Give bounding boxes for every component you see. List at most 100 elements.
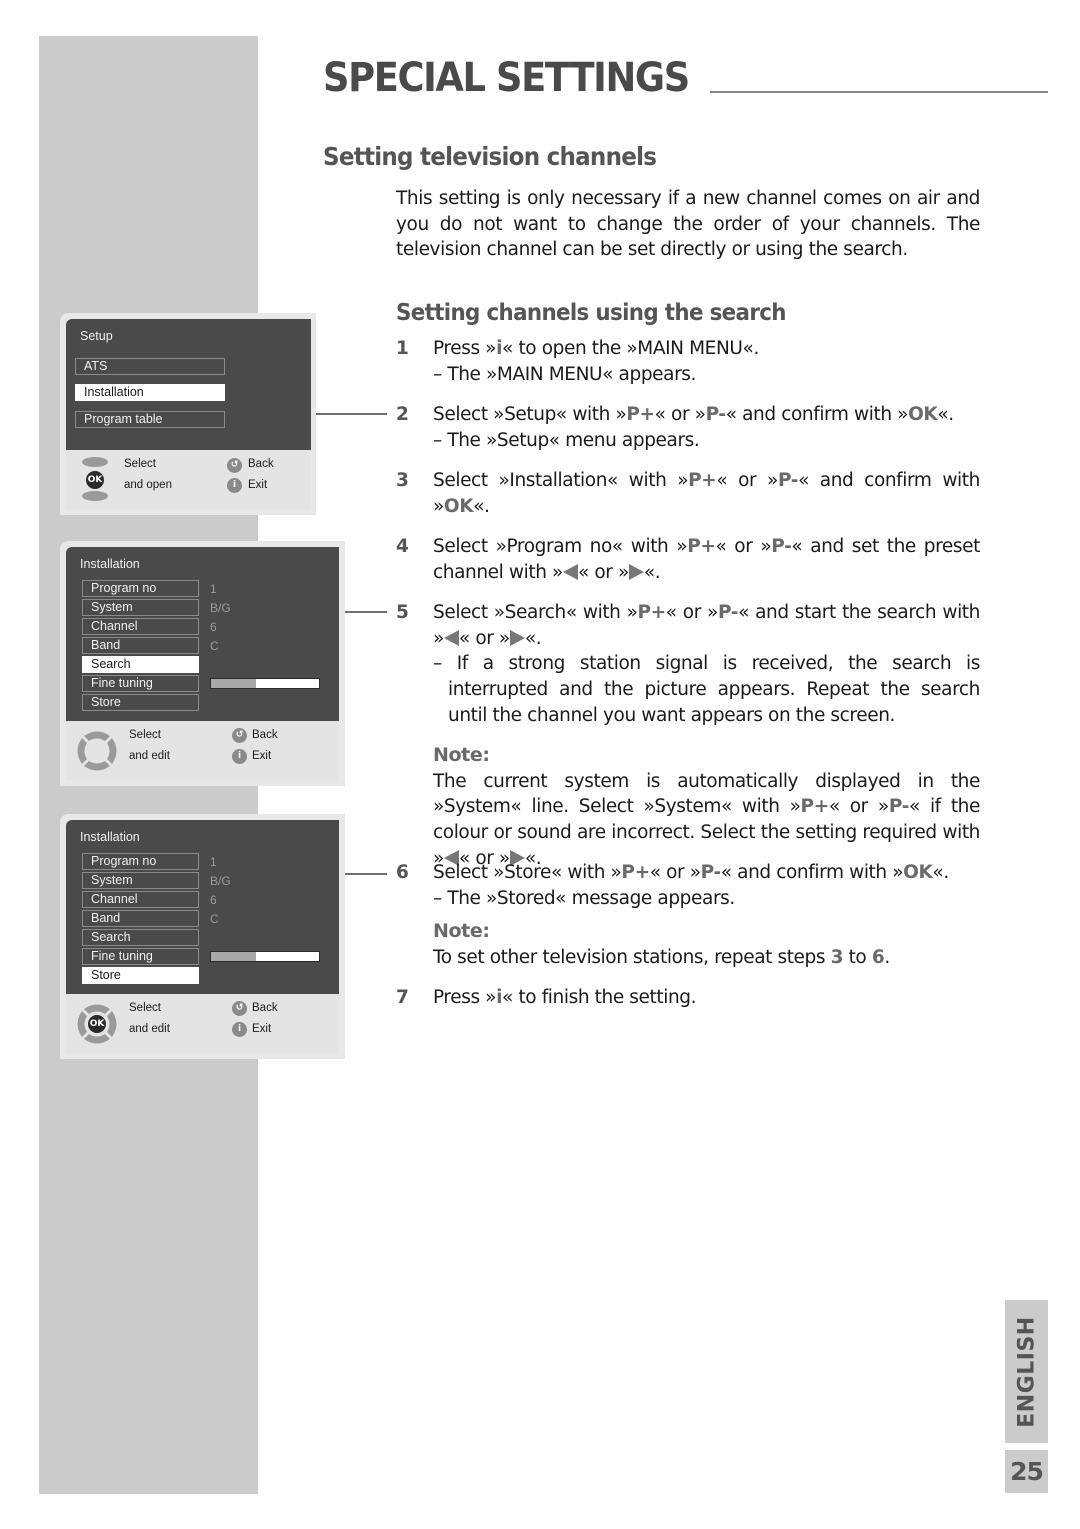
osd-item-program-no[interactable]: Program no <box>82 853 199 870</box>
osd-item-store[interactable]: Store <box>82 967 199 984</box>
osd-value-band: C <box>210 912 219 926</box>
footer-back-label: Back <box>252 729 278 741</box>
step-text: Select »Installation« with »P+« or »P-« … <box>433 470 980 517</box>
step-number: 5 <box>396 602 409 623</box>
osd-value-channel: 6 <box>210 620 217 634</box>
step-result: – If a strong station signal is received… <box>433 653 980 726</box>
connector-line-step-6 <box>339 873 387 875</box>
fine-tuning-bar[interactable] <box>210 951 320 962</box>
step-text: Press »i« to finish the setting. <box>433 987 697 1008</box>
osd-item-channel[interactable]: Channel <box>82 891 199 908</box>
step-text: Select »Setup« with »P+« or »P-« and con… <box>433 404 954 425</box>
back-icon: ↺ <box>232 1001 247 1016</box>
osd-setup-menu: Setup ATS Installation Program table <box>66 319 311 450</box>
info-exit-icon: i <box>232 1022 247 1037</box>
note-label: Note: <box>433 920 490 942</box>
step-number: 4 <box>396 536 409 557</box>
footer-edit-label: and edit <box>129 750 170 762</box>
osd-item-installation[interactable]: Installation <box>75 384 225 401</box>
osd-item-program-table[interactable]: Program table <box>75 411 225 428</box>
footer-select-label: Select <box>129 729 161 741</box>
page-title: SPECIAL SETTINGS <box>323 55 690 101</box>
osd-installation-store: Installation Program no 1 System B/G Cha… <box>66 820 339 994</box>
back-icon: ↺ <box>227 458 242 473</box>
ok-button-icon: OK <box>88 1015 106 1033</box>
footer-select-label: Select <box>124 458 156 470</box>
step-result: – The »MAIN MENU« appears. <box>433 363 697 385</box>
osd-installation-store-footer: OK Select and edit ↺ Back i Exit <box>66 994 339 1053</box>
section-heading: Setting television channels <box>323 142 657 171</box>
osd-item-store[interactable]: Store <box>82 694 199 711</box>
step-6: 6 Select »Store« with »P+« or »P-« and c… <box>396 860 980 911</box>
osd-value-system: B/G <box>210 601 231 615</box>
osd-value-program-no: 1 <box>210 582 217 596</box>
title-rule <box>710 91 1048 93</box>
fine-tuning-fill <box>211 952 257 961</box>
footer-exit-label: Exit <box>248 479 268 491</box>
step-number: 2 <box>396 404 409 425</box>
osd-item-search[interactable]: Search <box>82 656 199 673</box>
step-4: 4 Select »Program no« with »P+« or »P-« … <box>396 534 980 585</box>
dpad-icon <box>77 731 117 771</box>
osd-item-program-no[interactable]: Program no <box>82 580 199 597</box>
osd-item-ats[interactable]: ATS <box>75 358 225 375</box>
step-1: 1 Press »i« to open the »MAIN MENU«. – T… <box>396 336 980 387</box>
osd-title: Installation <box>80 830 140 844</box>
fine-tuning-bar[interactable] <box>210 678 320 689</box>
step-number: 6 <box>396 862 409 883</box>
osd-item-channel[interactable]: Channel <box>82 618 199 635</box>
osd-item-fine-tuning[interactable]: Fine tuning <box>82 675 199 692</box>
footer-back-label: Back <box>248 458 274 470</box>
step-number: 3 <box>396 470 409 491</box>
osd-value-band: C <box>210 639 219 653</box>
step-number: 7 <box>396 987 409 1008</box>
note-text: The current system is automatically disp… <box>433 770 980 869</box>
ok-button-icon: OK <box>86 471 104 489</box>
note-text: To set other television stations, repeat… <box>433 946 890 968</box>
step-result: – The »Stored« message appears. <box>433 887 735 909</box>
left-arrow-icon <box>562 563 578 580</box>
osd-item-system[interactable]: System <box>82 599 199 616</box>
step-text: Select »Search« with »P+« or »P-« and st… <box>433 602 980 649</box>
step-3: 3 Select »Installation« with »P+« or »P-… <box>396 468 980 519</box>
note-repeat: Note: To set other television stations, … <box>433 919 980 970</box>
osd-value-program-no: 1 <box>210 855 217 869</box>
osd-value-channel: 6 <box>210 893 217 907</box>
info-exit-icon: i <box>232 749 247 764</box>
footer-back-label: Back <box>252 1002 278 1014</box>
osd-setup-footer: OK Select and open ↺ Back i Exit <box>66 450 311 509</box>
osd-item-band[interactable]: Band <box>82 910 199 927</box>
step-2: 2 Select »Setup« with »P+« or »P-« and c… <box>396 402 980 453</box>
fine-tuning-fill <box>211 679 257 688</box>
osd-installation-search: Installation Program no 1 System B/G Cha… <box>66 547 339 721</box>
right-arrow-icon <box>509 629 525 646</box>
step-text: Select »Store« with »P+« or »P-« and con… <box>433 862 949 883</box>
connector-line-step-5 <box>339 611 387 613</box>
osd-item-search[interactable]: Search <box>82 929 199 946</box>
footer-exit-label: Exit <box>252 750 272 762</box>
step-text: Press »i« to open the »MAIN MENU«. <box>433 338 759 359</box>
osd-value-system: B/G <box>210 874 231 888</box>
left-arrow-icon <box>443 629 459 646</box>
osd-item-system[interactable]: System <box>82 872 199 889</box>
osd-item-fine-tuning[interactable]: Fine tuning <box>82 948 199 965</box>
info-exit-icon: i <box>227 478 242 493</box>
footer-open-label: and open <box>124 479 172 491</box>
step-result: – The »Setup« menu appears. <box>433 429 700 451</box>
step-text: Select »Program no« with »P+« or »P-« an… <box>433 536 980 583</box>
language-label: ENGLISH <box>1014 1315 1039 1428</box>
language-tab: ENGLISH <box>1005 1300 1048 1443</box>
footer-exit-label: Exit <box>252 1023 272 1035</box>
osd-item-band[interactable]: Band <box>82 637 199 654</box>
osd-title: Installation <box>80 557 140 571</box>
osd-title: Setup <box>80 329 113 343</box>
page-number: 25 <box>1005 1450 1048 1493</box>
connector-line-step-2 <box>311 413 387 415</box>
osd-installation-search-footer: Select and edit ↺ Back i Exit <box>66 721 339 780</box>
footer-edit-label: and edit <box>129 1023 170 1035</box>
back-icon: ↺ <box>232 728 247 743</box>
note-system: Note: The current system is automaticall… <box>433 743 980 872</box>
step-7: 7 Press »i« to finish the setting. <box>396 985 980 1011</box>
footer-select-label: Select <box>129 1002 161 1014</box>
step-number: 1 <box>396 338 409 359</box>
